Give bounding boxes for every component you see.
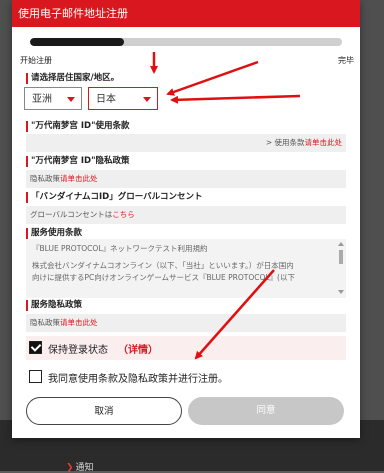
progress-bar [30, 38, 342, 46]
keep-login-label: 保持登录状态 [48, 345, 108, 356]
progress-end-label: 完毕 [338, 56, 354, 65]
global-consent-label: 「バンダイナムコID」グローバルコンセント [26, 192, 202, 203]
country-select[interactable]: 日本 [88, 87, 158, 110]
keep-login-checkbox[interactable] [29, 341, 42, 354]
service-privacy-link[interactable]: 请单击此处 [60, 318, 98, 327]
keep-login-row: 保持登录状态 （详情） [26, 336, 346, 360]
agree-terms-label: 我同意使用条款及隐私政策并进行注册。 [48, 374, 228, 385]
terms-label: "万代南梦宫 ID"使用条款 [26, 121, 130, 132]
terms-box: > 使用条款请单击此处 [26, 134, 346, 152]
privacy-text: 隐私政策 [30, 174, 60, 183]
privacy-link[interactable]: 请单击此处 [60, 174, 98, 183]
scrollbar[interactable] [338, 242, 344, 294]
global-consent-link[interactable]: こちら [112, 210, 135, 219]
progress-fill [30, 38, 124, 46]
chevron-down-icon [143, 97, 151, 102]
chevron-right-icon: ❯ [66, 463, 74, 473]
keep-login-detail-link[interactable]: （详情） [118, 341, 158, 356]
service-privacy-box: 隐私政策请单击此处 [26, 314, 346, 332]
privacy-label: "万代南梦宫 ID"隐私政策 [26, 156, 130, 167]
service-terms-scrollbox[interactable]: 『BLUE PROTOCOL』ネットワークテスト利用規約 株式会社バンダイナムコ… [26, 239, 346, 298]
scroll-thumb[interactable] [339, 250, 343, 264]
footer-notice-label: 通知 [75, 463, 94, 473]
terms-link[interactable]: 请单击此处 [305, 138, 343, 147]
service-privacy-text: 隐私政策 [30, 318, 60, 327]
service-terms-line3: 向けに提供するPC向けオンラインゲームサービス『BLUE PROTOCOL』(以… [32, 273, 295, 282]
service-terms-line1: 『BLUE PROTOCOL』ネットワークテスト利用規約 [32, 244, 208, 253]
cancel-button[interactable]: 取消 [26, 397, 182, 425]
region-label: 请选择居住国家/地区。 [26, 73, 119, 84]
footer-notice-link[interactable]: ❯ 通知 [66, 460, 94, 473]
terms-text: > 使用条款 [265, 138, 305, 147]
country-select-value: 日本 [96, 94, 116, 105]
service-terms-line2: 株式会社バンダイナムコオンライン（以下、「当社」といいます。）が日本国内 [32, 261, 294, 270]
registration-dialog: 使用电子邮件地址注册 开始注册 完毕 请选择居住国家/地区。 亚洲 日本 "万代… [12, 0, 360, 438]
service-terms-label: 服务使用条款 [26, 228, 82, 239]
global-consent-box: グローバルコンセントはこちら [26, 206, 346, 224]
region-select[interactable]: 亚洲 [24, 87, 82, 110]
dialog-title: 使用电子邮件地址注册 [12, 0, 360, 27]
global-consent-text: グローバルコンセントは [30, 210, 113, 219]
scroll-down-icon[interactable] [338, 290, 344, 294]
region-select-value: 亚洲 [32, 94, 52, 105]
agree-button[interactable]: 同意 [188, 397, 344, 425]
scroll-up-icon[interactable] [338, 242, 344, 246]
progress-start-label: 开始注册 [20, 56, 52, 65]
chevron-down-icon [67, 97, 75, 102]
service-privacy-label: 服务隐私政策 [26, 300, 82, 311]
agree-terms-checkbox[interactable] [29, 370, 42, 383]
privacy-box: 隐私政策请单击此处 [26, 170, 346, 188]
